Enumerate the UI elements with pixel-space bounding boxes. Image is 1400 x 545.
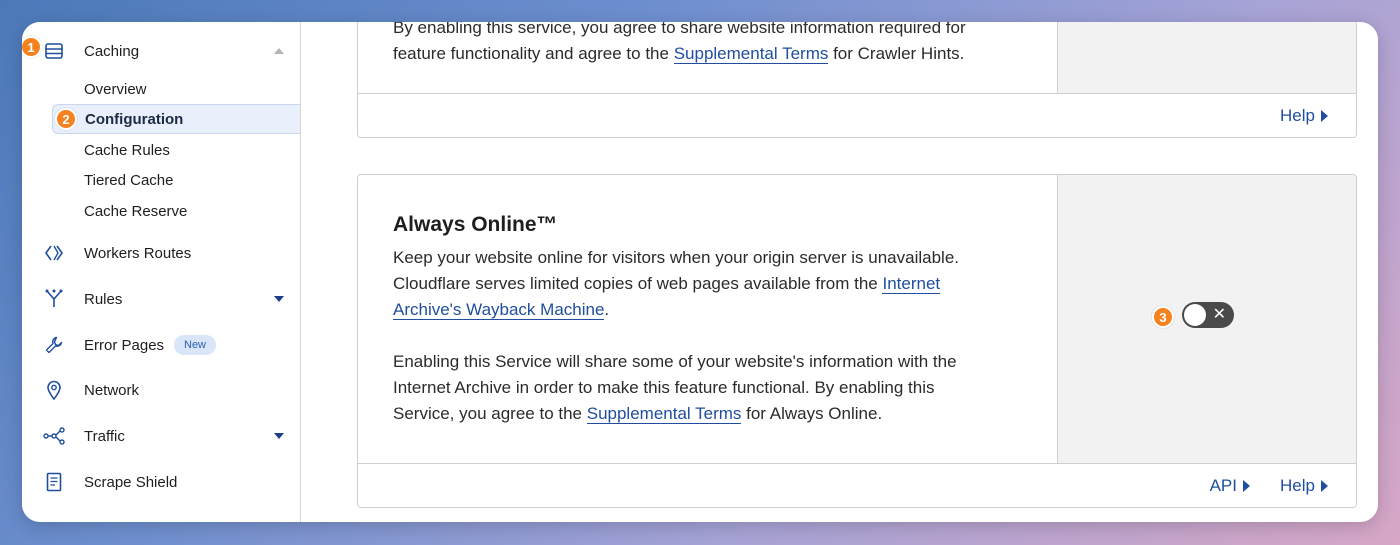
text-fragment: for Crawler Hints. — [828, 44, 965, 63]
text-line: Archive's Wayback Machine. — [393, 297, 959, 323]
always-online-terms: Enabling this Service will share some of… — [393, 349, 957, 427]
text-line: Enabling this Service will share some of… — [393, 352, 957, 371]
help-link-label: Help — [1280, 106, 1315, 125]
text-line: By enabling this service, you agree to s… — [393, 22, 966, 37]
sidebar-item-error-pages[interactable]: Error Pages New — [22, 325, 300, 365]
card-body: By enabling this service, you agree to s… — [358, 22, 1057, 95]
sidebar-item-label: Scrape Shield — [84, 473, 178, 491]
api-link[interactable]: API — [1210, 476, 1250, 496]
wayback-machine-link[interactable]: Internet — [882, 274, 941, 294]
text-fragment: for Always Online. — [741, 404, 883, 423]
api-link-label: API — [1209, 476, 1237, 495]
card-footer: Help — [358, 93, 1356, 137]
storage-icon — [43, 40, 65, 62]
always-online-description: Keep your website online for visitors wh… — [393, 245, 959, 323]
chevron-down-icon[interactable] — [274, 433, 284, 439]
close-icon: ✕ — [1212, 306, 1226, 323]
sidebar-subitem-label: Cache Reserve — [84, 202, 188, 220]
always-online-toggle[interactable]: ✕ — [1182, 302, 1234, 328]
main-content: By enabling this service, you agree to s… — [302, 22, 1378, 522]
step-badge-2: 2 — [55, 108, 77, 130]
step-badge-3: 3 — [1152, 306, 1174, 328]
sidebar-item-workers-routes[interactable]: Workers Routes — [22, 233, 300, 273]
card-side-panel — [1057, 22, 1356, 95]
sidebar-item-network[interactable]: Network — [22, 370, 300, 410]
text-line: Cloudflare serves limited copies of web … — [393, 271, 959, 297]
wrench-icon — [43, 334, 65, 356]
card-footer: API Help — [358, 463, 1356, 507]
sidebar-subitem-overview[interactable]: Overview — [52, 74, 300, 104]
sidebar-subitem-label: Cache Rules — [84, 141, 170, 159]
chevron-down-icon[interactable] — [274, 296, 284, 302]
sidebar-subitem-label: Tiered Cache — [84, 171, 174, 189]
text-line: feature functionality and agree to the S… — [393, 41, 966, 67]
new-badge: New — [174, 335, 217, 355]
text-fragment: Service, you agree to the — [393, 404, 587, 423]
sidebar-item-rules[interactable]: Rules — [22, 279, 300, 319]
help-link[interactable]: Help — [1280, 476, 1328, 496]
sidebar-subitem-configuration[interactable]: Configuration — [52, 104, 300, 134]
sidebar-item-label: Rules — [84, 290, 123, 308]
text-fragment: feature functionality and agree to the — [393, 44, 674, 63]
rules-icon — [43, 288, 65, 310]
sidebar-subitem-label: Configuration — [85, 110, 184, 128]
sidebar-item-label: Caching — [84, 42, 140, 60]
card-side-panel: ✕ 3 — [1057, 175, 1356, 464]
text-line: Internet Archive in order to make this f… — [393, 378, 935, 397]
caret-right-icon — [1321, 110, 1328, 122]
card-body: Always Online™ Keep your website online … — [358, 175, 1057, 464]
chevron-up-icon[interactable] — [274, 48, 284, 54]
document-icon — [43, 471, 65, 493]
toggle-knob — [1184, 304, 1206, 326]
wayback-machine-link[interactable]: Archive's Wayback Machine — [393, 300, 605, 320]
sidebar-item-caching[interactable]: Caching — [22, 31, 300, 71]
traffic-icon — [43, 425, 65, 447]
text-fragment: . — [604, 300, 610, 319]
supplemental-terms-link[interactable]: Supplemental Terms — [586, 404, 742, 424]
help-link-label: Help — [1280, 476, 1315, 495]
text-fragment: Cloudflare serves limited copies of web … — [393, 274, 883, 293]
workers-icon — [43, 242, 65, 264]
crawler-hints-text: By enabling this service, you agree to s… — [393, 22, 966, 67]
caret-right-icon — [1321, 480, 1328, 492]
sidebar-item-label: Network — [84, 381, 140, 399]
card-title: Always Online™ — [393, 213, 558, 236]
sidebar-subitem-cache-rules[interactable]: Cache Rules — [52, 135, 300, 165]
sidebar-subitem-label: Overview — [84, 80, 147, 98]
text-line: Keep your website online for visitors wh… — [393, 248, 960, 267]
always-online-card: Always Online™ Keep your website online … — [357, 174, 1357, 508]
location-pin-icon — [43, 379, 65, 401]
sidebar-item-label: Error Pages — [84, 336, 165, 354]
supplemental-terms-link[interactable]: Supplemental Terms — [673, 44, 829, 64]
sidebar-item-scrape-shield[interactable]: Scrape Shield — [22, 462, 300, 502]
sidebar-item-label: Workers Routes — [84, 244, 192, 262]
sidebar-item-traffic[interactable]: Traffic — [22, 416, 300, 456]
sidebar-item-label: Traffic — [84, 427, 125, 445]
crawler-hints-card: By enabling this service, you agree to s… — [357, 22, 1357, 138]
sidebar: Caching 1 Overview Configuration 2 Cache… — [22, 22, 301, 522]
sidebar-subitem-tiered-cache[interactable]: Tiered Cache — [52, 165, 300, 195]
help-link[interactable]: Help — [1280, 106, 1328, 126]
caret-right-icon — [1243, 480, 1250, 492]
text-line: Service, you agree to the Supplemental T… — [393, 401, 957, 427]
app-window: Caching 1 Overview Configuration 2 Cache… — [22, 22, 1378, 522]
sidebar-subitem-cache-reserve[interactable]: Cache Reserve — [52, 196, 300, 226]
